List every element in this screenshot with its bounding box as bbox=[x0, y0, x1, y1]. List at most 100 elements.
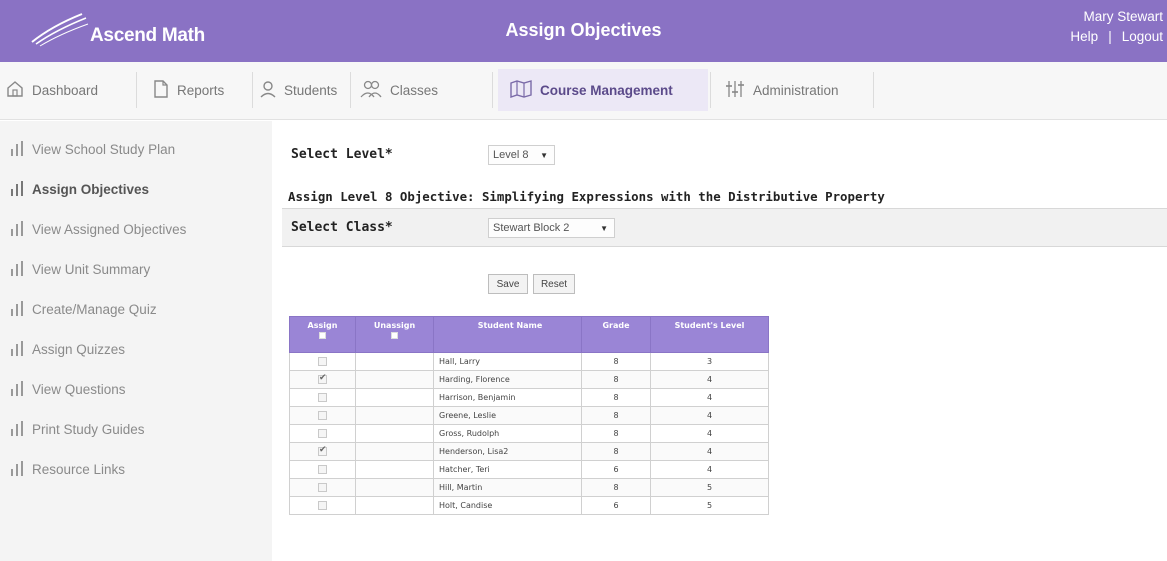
assign-all-checkbox[interactable] bbox=[319, 332, 326, 339]
class-select-value: Stewart Block 2 bbox=[493, 222, 570, 234]
assign-checkbox[interactable] bbox=[318, 393, 327, 402]
student-name-cell: Henderson, Lisa2 bbox=[433, 442, 582, 461]
sidebar-item-create-manage-quiz[interactable]: Create/Manage Quiz bbox=[10, 298, 157, 320]
nav-divider bbox=[710, 72, 711, 108]
student-name-cell: Harrison, Benjamin bbox=[433, 388, 582, 407]
assign-checkbox[interactable] bbox=[318, 357, 327, 366]
home-icon bbox=[6, 80, 24, 101]
bar-chart-icon bbox=[10, 180, 24, 199]
assign-cell bbox=[289, 352, 356, 371]
sidebar-item-assign-objectives[interactable]: Assign Objectives bbox=[10, 178, 149, 200]
bar-chart-icon bbox=[10, 260, 24, 279]
unassign-header-label: Unassign bbox=[373, 321, 416, 330]
student-name-cell: Greene, Leslie bbox=[433, 406, 582, 425]
sidebar-item-view-questions[interactable]: View Questions bbox=[10, 378, 126, 400]
student-name-cell: Holt, Candise bbox=[433, 496, 582, 515]
assign-checkbox[interactable] bbox=[318, 373, 327, 384]
sidebar-item-resource-links[interactable]: Resource Links bbox=[10, 458, 125, 480]
sidebar-item-view-school-study-plan[interactable]: View School Study Plan bbox=[10, 138, 175, 160]
assign-checkbox[interactable] bbox=[318, 465, 327, 474]
class-select[interactable]: Stewart Block 2 ▼ bbox=[488, 218, 615, 238]
student-name-cell: Gross, Rudolph bbox=[433, 424, 582, 443]
save-button[interactable]: Save bbox=[488, 274, 528, 294]
unassign-cell bbox=[355, 496, 434, 515]
assign-checkbox[interactable] bbox=[318, 483, 327, 492]
sidebar-item-label: View Assigned Objectives bbox=[32, 221, 187, 237]
page-title: Assign Objectives bbox=[505, 20, 662, 40]
group-icon bbox=[360, 80, 382, 101]
nav-students[interactable]: Students bbox=[260, 69, 337, 111]
nav-divider bbox=[492, 72, 493, 108]
sidebar-item-view-unit-summary[interactable]: View Unit Summary bbox=[10, 258, 150, 280]
grade-cell: 8 bbox=[581, 370, 651, 389]
bar-chart-icon bbox=[10, 380, 24, 399]
nav-course-management[interactable]: Course Management bbox=[498, 69, 708, 111]
sidebar-item-label: Assign Objectives bbox=[32, 181, 150, 197]
table-row: Hatcher, Teri 6 4 bbox=[289, 460, 769, 479]
table-row: Harrison, Benjamin 8 4 bbox=[289, 388, 769, 407]
assign-cell bbox=[289, 442, 356, 461]
nav-divider bbox=[136, 72, 137, 108]
grade-cell: 8 bbox=[581, 442, 651, 461]
table-row: Greene, Leslie 8 4 bbox=[289, 406, 769, 425]
nav-reports[interactable]: Reports bbox=[153, 69, 224, 111]
unassign-cell bbox=[355, 478, 434, 497]
nav-dashboard[interactable]: Dashboard bbox=[6, 69, 98, 111]
student-level-cell: 4 bbox=[650, 460, 769, 479]
student-level-cell: 4 bbox=[650, 388, 769, 407]
nav-divider bbox=[350, 72, 351, 108]
unassign-cell bbox=[355, 460, 434, 479]
student-level-column-header[interactable]: Student's Level bbox=[650, 316, 769, 353]
table-row: Hill, Martin 8 5 bbox=[289, 478, 769, 497]
assign-cell bbox=[289, 388, 356, 407]
nav-students-label: Students bbox=[284, 82, 338, 98]
table-row: Hall, Larry 8 3 bbox=[289, 352, 769, 371]
assign-checkbox[interactable] bbox=[318, 501, 327, 510]
chevron-down-icon: ▼ bbox=[600, 223, 608, 233]
nav-course-management-label: Course Management bbox=[540, 82, 673, 98]
nav-administration[interactable]: Administration bbox=[725, 69, 839, 111]
unassign-all-checkbox[interactable] bbox=[391, 332, 398, 339]
grade-cell: 8 bbox=[581, 406, 651, 425]
level-select[interactable]: Level 8 ▼ bbox=[488, 145, 555, 165]
nav-classes-label: Classes bbox=[390, 82, 439, 98]
logout-link[interactable]: Logout bbox=[1122, 27, 1163, 47]
unassign-cell bbox=[355, 352, 434, 371]
sidebar-item-label: Resource Links bbox=[32, 461, 126, 477]
bar-chart-icon bbox=[10, 220, 24, 239]
grade-column-header[interactable]: Grade bbox=[581, 316, 651, 353]
grade-cell: 6 bbox=[581, 460, 651, 479]
student-level-cell: 4 bbox=[650, 424, 769, 443]
reset-button[interactable]: Reset bbox=[533, 274, 575, 294]
assign-objective-title: Assign Level 8 Objective: Simplifying Ex… bbox=[288, 189, 885, 204]
grade-cell: 8 bbox=[581, 424, 651, 443]
bar-chart-icon bbox=[10, 460, 24, 479]
nav-dashboard-label: Dashboard bbox=[32, 82, 99, 98]
nav-administration-label: Administration bbox=[753, 82, 839, 98]
assign-cell bbox=[289, 496, 356, 515]
table-header-row: Assign Unassign Student Name Grade Stude… bbox=[289, 316, 769, 353]
student-level-cell: 4 bbox=[650, 370, 769, 389]
assign-checkbox[interactable] bbox=[318, 411, 327, 420]
app-header: Ascend Math Assign Objectives Mary Stewa… bbox=[0, 0, 1167, 62]
sidebar-item-assign-quizzes[interactable]: Assign Quizzes bbox=[10, 338, 125, 360]
student-table: Assign Unassign Student Name Grade Stude… bbox=[289, 316, 769, 515]
grade-cell: 8 bbox=[581, 352, 651, 371]
sidebar: View School Study Plan Assign Objectives… bbox=[0, 121, 272, 561]
user-icon bbox=[260, 80, 276, 101]
assign-checkbox[interactable] bbox=[318, 445, 327, 456]
student-name-cell: Hatcher, Teri bbox=[433, 460, 582, 479]
sidebar-item-view-assigned-objectives[interactable]: View Assigned Objectives bbox=[10, 218, 186, 240]
main-content: Select Level* Level 8 ▼ Assign Level 8 O… bbox=[282, 121, 1167, 561]
document-icon bbox=[153, 79, 169, 101]
assign-header-label: Assign bbox=[307, 321, 338, 330]
bar-chart-icon bbox=[10, 340, 24, 359]
unassign-cell bbox=[355, 388, 434, 407]
sidebar-item-print-study-guides[interactable]: Print Study Guides bbox=[10, 418, 145, 440]
nav-classes[interactable]: Classes bbox=[360, 69, 438, 111]
assign-checkbox[interactable] bbox=[318, 429, 327, 438]
help-link[interactable]: Help bbox=[1070, 27, 1098, 47]
nav-divider bbox=[252, 72, 253, 108]
student-name-column-header[interactable]: Student Name bbox=[433, 316, 582, 353]
table-row: Gross, Rudolph 8 4 bbox=[289, 424, 769, 443]
